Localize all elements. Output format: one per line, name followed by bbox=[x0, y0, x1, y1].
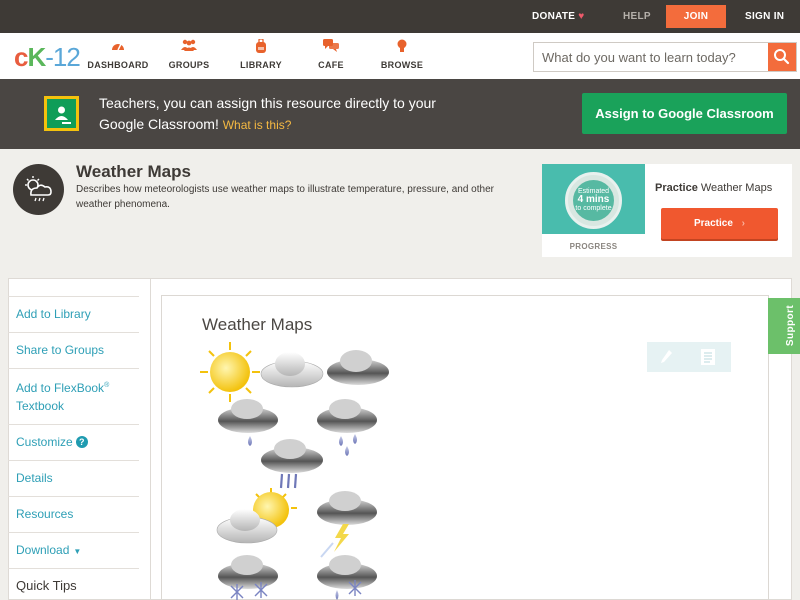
help-question-icon[interactable]: ? bbox=[75, 436, 88, 448]
dashboard-gauge-icon bbox=[83, 39, 153, 55]
progress-label: PROGRESS bbox=[569, 242, 618, 251]
concept-title: Weather Maps bbox=[76, 162, 191, 181]
pencil-icon[interactable] bbox=[659, 348, 675, 366]
support-tab[interactable]: Support bbox=[768, 298, 800, 354]
notes-icon[interactable] bbox=[701, 349, 715, 365]
search-button[interactable] bbox=[768, 43, 796, 71]
sidebar-item-add-to-library[interactable]: Add to Library bbox=[8, 296, 139, 332]
practice-title-rest: Weather Maps bbox=[700, 182, 773, 194]
sidebar-item-quick-tips[interactable]: Quick Tips bbox=[8, 568, 139, 600]
nav-groups[interactable]: GROUPS bbox=[154, 39, 224, 70]
what-is-this-link[interactable]: What is this? bbox=[223, 118, 292, 132]
groups-people-icon bbox=[154, 39, 224, 55]
support-label: Support bbox=[785, 304, 797, 347]
customize-label: Customize bbox=[16, 435, 73, 449]
logo-12: -12 bbox=[45, 42, 81, 72]
donate-link[interactable]: DONATE ♥ bbox=[532, 11, 585, 22]
flexbook-label: Add to FlexBook bbox=[16, 381, 105, 395]
rain-icon bbox=[218, 399, 278, 446]
banner-message: Teachers, you can assign this resource d… bbox=[99, 93, 479, 136]
heart-icon: ♥ bbox=[578, 11, 585, 22]
sidebar-item-download[interactable]: Download ▼ bbox=[8, 532, 139, 568]
sidebar-divider bbox=[150, 279, 151, 600]
practice-button[interactable]: Practice › bbox=[661, 208, 778, 239]
estimate-badge: Estimated 4 mins to complete bbox=[565, 172, 622, 229]
heavy-rain-icon bbox=[317, 399, 377, 456]
snow-icon bbox=[218, 555, 278, 600]
sign-in-link[interactable]: SIGN IN bbox=[745, 11, 784, 22]
search-icon bbox=[774, 49, 790, 65]
nav-dashboard[interactable]: DASHBOARD bbox=[83, 39, 153, 70]
google-classroom-icon bbox=[44, 96, 79, 131]
overcast-icon bbox=[327, 350, 389, 385]
practice-title: Practice Weather Maps bbox=[655, 182, 772, 194]
practice-card: Estimated 4 mins to complete PROGRESS Prac… bbox=[542, 164, 792, 257]
registered-mark: ® bbox=[104, 382, 110, 389]
nav-browse-label: BROWSE bbox=[380, 60, 424, 70]
chevron-right-icon: › bbox=[741, 218, 746, 229]
donate-label: DONATE bbox=[532, 11, 576, 22]
sidebar: Add to Library Share to Groups Add to Fl… bbox=[8, 296, 139, 600]
weather-symbols-image bbox=[200, 342, 389, 600]
ck12-logo[interactable]: cK-12 bbox=[14, 42, 81, 73]
nav-cafe-label: CAFE bbox=[318, 60, 344, 70]
partly-cloudy-icon bbox=[216, 488, 297, 544]
nav-browse[interactable]: BROWSE bbox=[367, 39, 437, 70]
nav-library[interactable]: LIBRARY bbox=[226, 38, 296, 70]
google-classroom-banner: Teachers, you can assign this resource d… bbox=[0, 79, 800, 149]
help-link[interactable]: HELP bbox=[623, 11, 651, 22]
estimate-suffix: to complete bbox=[575, 205, 612, 212]
nav-cafe[interactable]: CAFE bbox=[296, 39, 366, 70]
top-bar: DONATE ♥ HELP JOIN SIGN IN bbox=[0, 0, 800, 33]
heavy-snow-icon bbox=[317, 555, 377, 600]
nav-groups-label: GROUPS bbox=[168, 60, 210, 70]
practice-button-label: Practice bbox=[693, 218, 733, 229]
sidebar-item-resources[interactable]: Resources bbox=[8, 496, 139, 532]
sidebar-item-share-to-groups[interactable]: Share to Groups bbox=[8, 332, 139, 368]
practice-thumbnail[interactable]: Estimated 4 mins to complete bbox=[542, 164, 645, 234]
lesson-title: Weather Maps bbox=[202, 315, 313, 334]
logo-c: c bbox=[14, 42, 29, 72]
join-button[interactable]: JOIN bbox=[666, 5, 726, 28]
showers-icon bbox=[261, 439, 323, 489]
sidebar-item-add-to-flexbook[interactable]: Add to FlexBook® Textbook bbox=[8, 368, 139, 424]
thunderstorm-icon bbox=[317, 491, 377, 558]
sidebar-item-details[interactable]: Details bbox=[8, 460, 139, 496]
cafe-chat-icon bbox=[296, 39, 366, 55]
weather-concept-icon bbox=[13, 164, 64, 215]
sidebar-item-customize[interactable]: Customize? bbox=[8, 424, 139, 460]
flexbook-label-line2: Textbook bbox=[16, 399, 65, 413]
estimate-minutes: 4 mins bbox=[577, 194, 610, 205]
practice-title-bold: Practice bbox=[655, 182, 698, 194]
annotation-tools bbox=[647, 342, 731, 372]
concept-description: Describes how meteorologists use weather… bbox=[76, 184, 494, 210]
nav-dashboard-label: DASHBOARD bbox=[87, 60, 149, 70]
nav-library-label: LIBRARY bbox=[240, 60, 282, 70]
cloudy-icon bbox=[260, 352, 324, 388]
download-label: Download bbox=[16, 543, 70, 557]
sunny-icon bbox=[200, 342, 260, 402]
library-backpack-icon bbox=[226, 38, 296, 55]
estimate-badge-inner: Estimated 4 mins to complete bbox=[573, 180, 614, 221]
main-header: cK-12 DASHBOARD GROUPS LIBRARY CAFE BROW… bbox=[0, 33, 800, 79]
assign-to-google-classroom-button[interactable]: Assign to Google Classroom bbox=[582, 93, 787, 134]
browse-lightbulb-icon bbox=[367, 39, 437, 55]
logo-k: K bbox=[27, 42, 46, 72]
search-box bbox=[533, 42, 797, 72]
caret-down-icon: ▼ bbox=[73, 547, 82, 556]
search-input[interactable] bbox=[534, 43, 769, 71]
